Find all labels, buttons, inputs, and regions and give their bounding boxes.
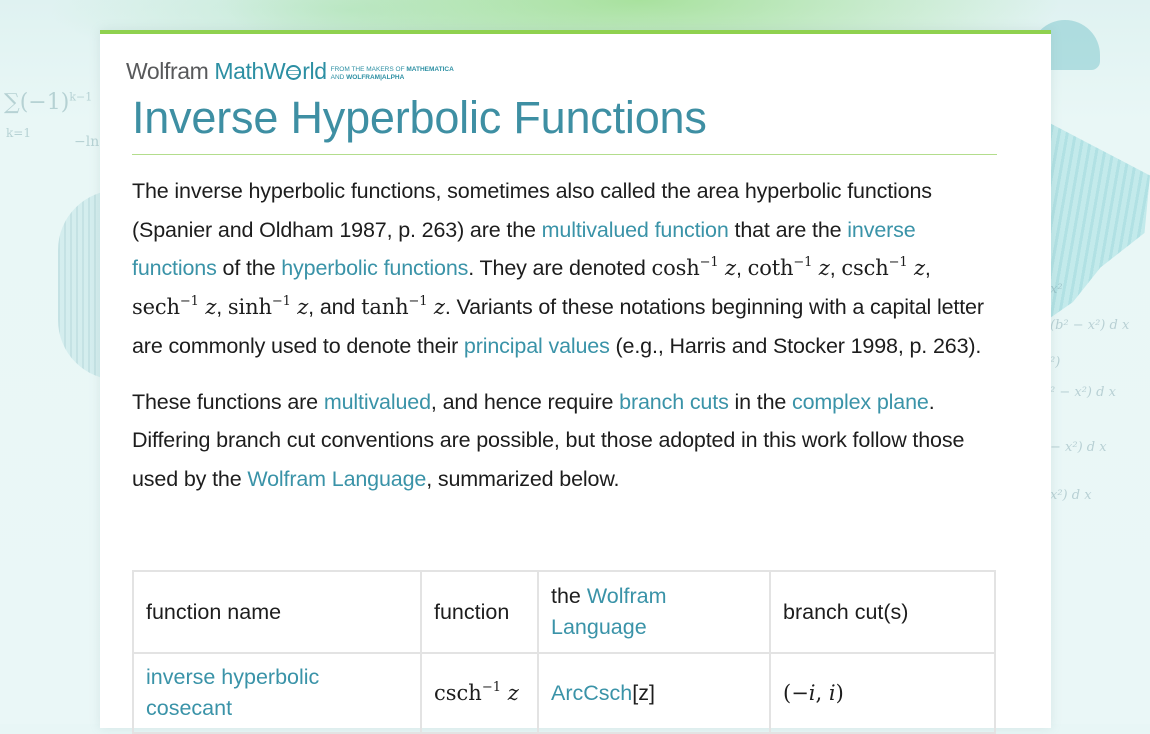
- math-arccsch-cell: csch−1 z: [434, 679, 519, 705]
- mathworld-logo[interactable]: Wolfram MathW rld FROM THE MAKERS OF MATH…: [126, 58, 454, 85]
- link-inverse-hyperbolic-cosecant[interactable]: inverse hyperbolic cosecant: [146, 665, 319, 720]
- table-row: inverse hyperbolic cosecant csch−1 z Arc…: [132, 652, 996, 734]
- cell-wolfram-language: ArcCsch[z]: [537, 652, 771, 734]
- math-arccosh: cosh−1 z: [651, 255, 737, 281]
- logo-tagline: FROM THE MAKERS OF MATHEMATICA AND WOLFR…: [330, 66, 454, 81]
- link-principal-values[interactable]: principal values: [464, 334, 610, 358]
- math-arccoth: coth−1 z: [747, 255, 830, 281]
- background-sum-formula: ∑(−1)k−1: [4, 90, 93, 115]
- link-arccsch[interactable]: ArcCsch: [551, 681, 632, 705]
- article-card: Wolfram MathW rld FROM THE MAKERS OF MATH…: [100, 30, 1051, 734]
- header-wolfram-language: the Wolfram Language: [537, 570, 771, 654]
- link-multivalued-function[interactable]: multivalued function: [542, 218, 729, 242]
- link-hyperbolic-functions[interactable]: hyperbolic functions: [281, 256, 468, 280]
- header-function-name: function name: [132, 570, 422, 654]
- cell-function-name: inverse hyperbolic cosecant: [132, 652, 422, 734]
- paragraph-branch-cuts: These functions are multivalued, and hen…: [132, 389, 965, 491]
- cell-branch-cuts: (−i, i): [769, 652, 996, 734]
- math-arcsech: sech−1 z: [132, 294, 217, 320]
- cell-function: csch−1 z: [420, 652, 539, 734]
- background-sum-index: k=1: [6, 126, 31, 140]
- math-branch-cut: (−i, i): [783, 680, 844, 705]
- article-body: The inverse hyperbolic functions, someti…: [132, 172, 1002, 516]
- link-wolfram-language[interactable]: Wolfram Language: [247, 467, 426, 491]
- math-arccsch: csch−1 z: [841, 255, 925, 281]
- header-function: function: [420, 570, 539, 654]
- background-integrand: − x²) d x: [1050, 440, 1107, 455]
- page-title: Inverse Hyperbolic Functions: [132, 92, 707, 143]
- math-arcsinh: sinh−1 z: [227, 294, 309, 320]
- background-integrand: ² − x²) d x: [1050, 385, 1116, 400]
- logo-wolfram-text: Wolfram: [126, 58, 209, 84]
- link-branch-cuts[interactable]: branch cuts: [619, 390, 729, 414]
- header-branch-cuts: branch cut(s): [769, 570, 996, 654]
- background-integrand: ²): [1050, 355, 1061, 370]
- math-arctanh: tanh−1 z: [361, 294, 445, 320]
- background-integrand: x²) d x: [1050, 488, 1092, 503]
- background-integrand: (b² − x²) d x: [1050, 318, 1130, 333]
- paragraph-intro: The inverse hyperbolic functions, someti…: [132, 179, 984, 358]
- logo-mathworld-text: MathW rld: [214, 58, 327, 84]
- background-integrand: x²: [1050, 282, 1063, 297]
- link-complex-plane[interactable]: complex plane: [792, 390, 929, 414]
- title-divider: [132, 154, 997, 155]
- globe-icon: [286, 65, 302, 80]
- background-ln-fragment: −ln: [74, 134, 100, 150]
- link-multivalued[interactable]: multivalued: [324, 390, 431, 414]
- branch-cuts-table: function name function the Wolfram Langu…: [132, 570, 996, 734]
- table-header-row: function name function the Wolfram Langu…: [132, 570, 996, 654]
